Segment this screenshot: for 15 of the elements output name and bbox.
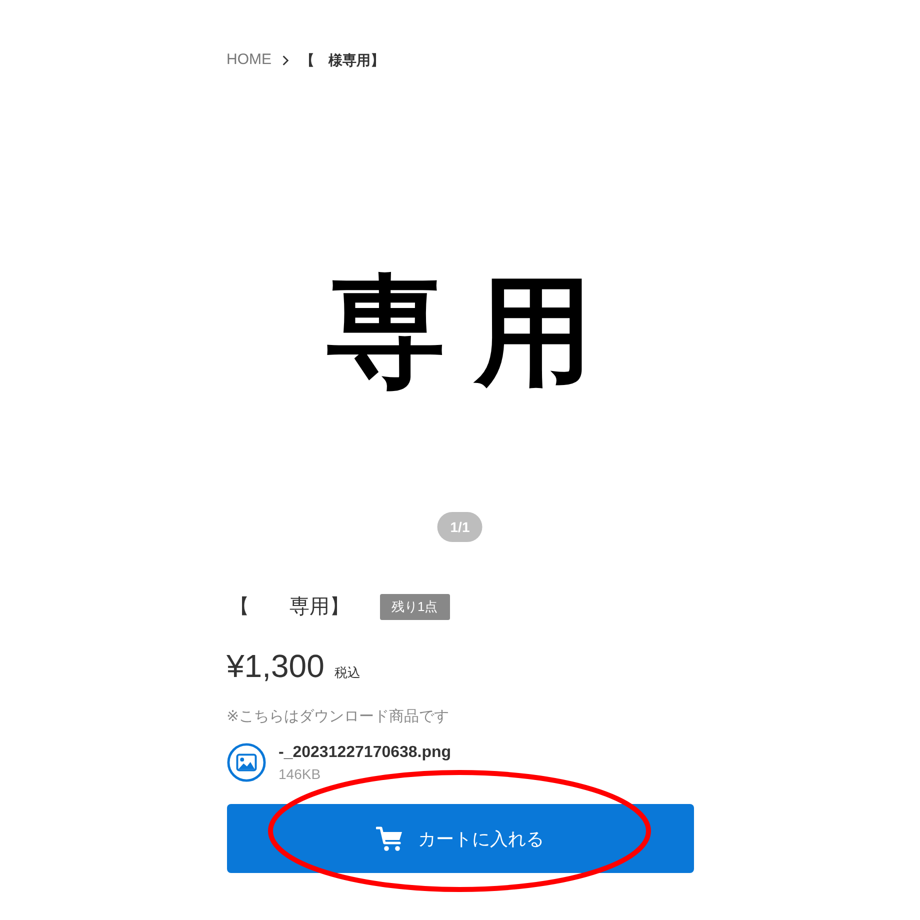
add-to-cart-button[interactable]: カートに入れる [226,804,694,873]
product-title: 【 専用】 [230,595,350,620]
stock-badge: 残り1点 [380,594,450,620]
breadcrumb-current: 【 様専用】 [300,51,384,70]
product-image-text: 専用 [327,266,623,396]
file-name: -_20231227170638.png [278,743,452,763]
file-size: 146KB [278,765,322,784]
image-pager: 1/1 [437,512,483,542]
download-note: ※こちらはダウンロード商品です [226,707,450,727]
image-file-icon [226,742,266,782]
tax-note: 税込 [334,664,360,682]
chevron-right-icon [282,54,288,66]
cart-icon [376,826,404,852]
product-price: ¥1,300 [226,647,324,686]
breadcrumb-link[interactable]: HOME [226,49,272,71]
